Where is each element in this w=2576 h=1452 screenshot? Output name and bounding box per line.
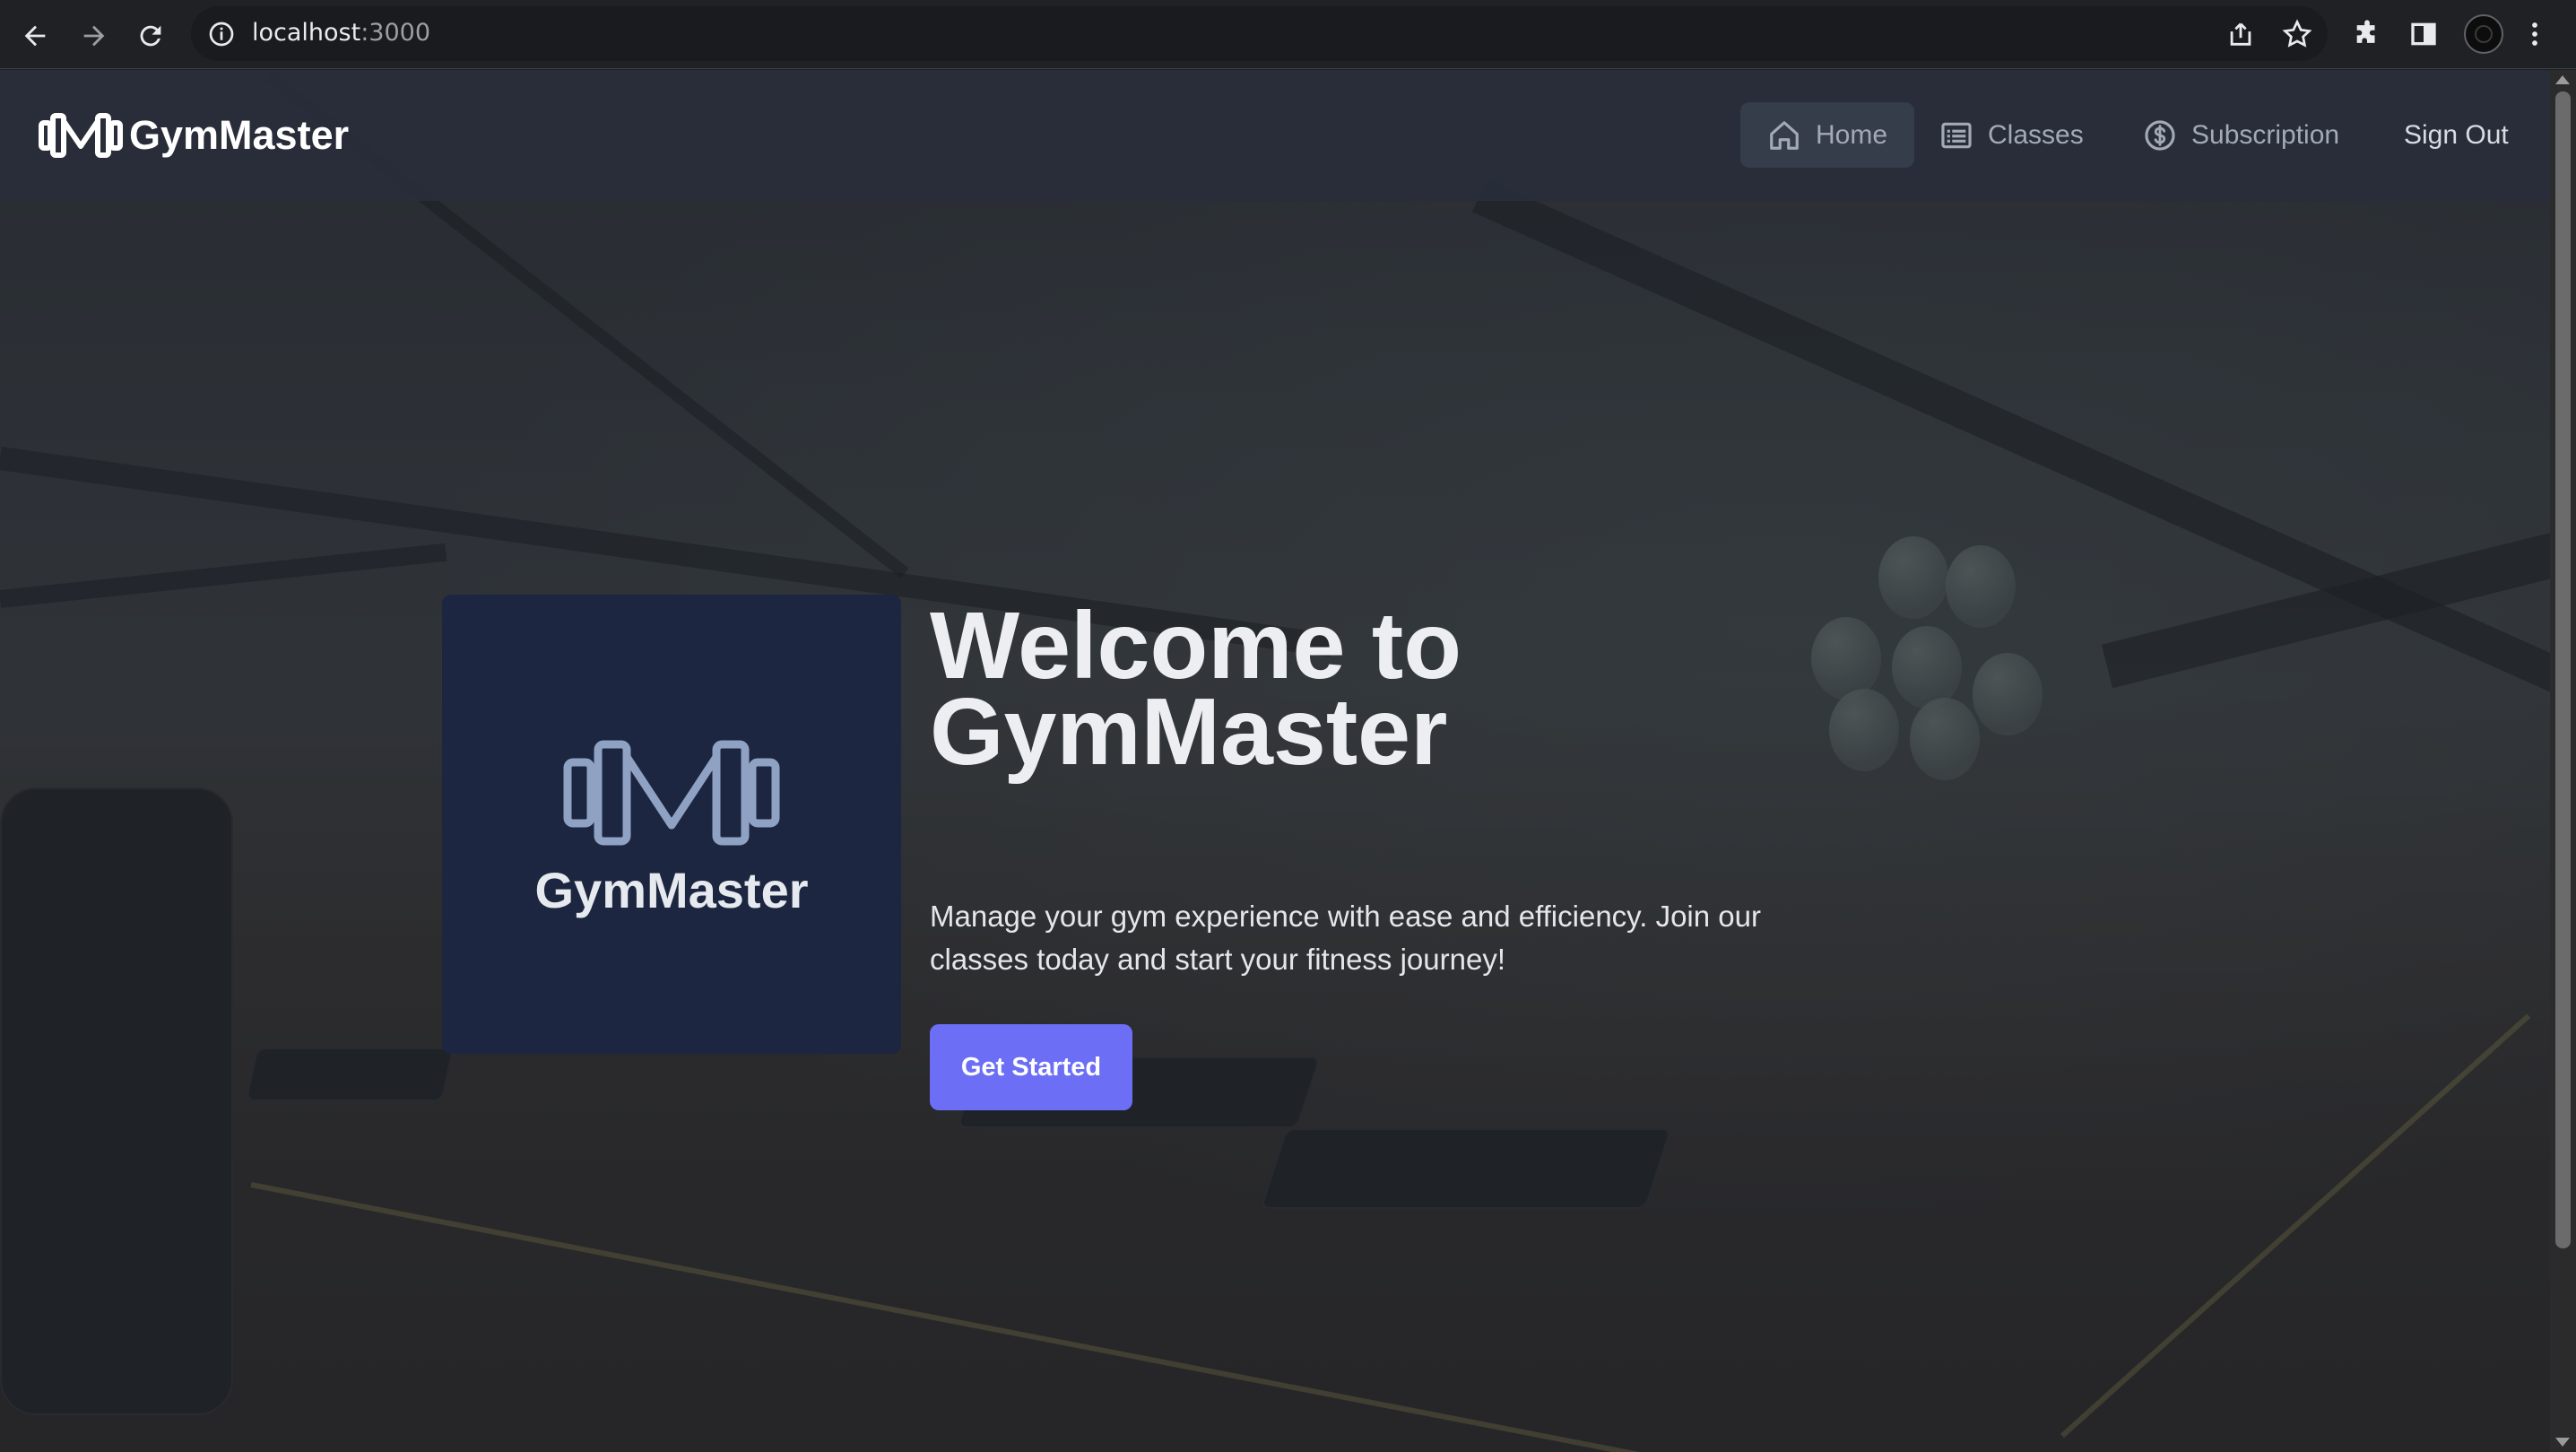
nav-subscription[interactable]: Subscription — [2116, 102, 2366, 168]
info-icon[interactable] — [207, 20, 236, 48]
brand-name: GymMaster — [129, 112, 350, 158]
avatar — [2464, 14, 2503, 54]
browser-menu-button[interactable] — [2521, 13, 2548, 55]
forward-button[interactable] — [72, 13, 117, 58]
list-icon — [1941, 122, 1972, 148]
side-panel-button[interactable] — [2403, 13, 2444, 55]
dumbbell-logo-icon — [39, 113, 123, 158]
nav-subscription-label: Subscription — [2191, 119, 2340, 150]
nav-home-label: Home — [1816, 119, 1888, 150]
page-scrollbar[interactable] — [2550, 70, 2576, 1452]
hero-subtitle: Manage your gym experience with ease and… — [930, 900, 1761, 976]
address-bar[interactable]: localhost:3000 — [191, 6, 2328, 61]
arrow-left-icon — [24, 25, 46, 47]
puzzle-icon — [2356, 20, 2375, 43]
side-panel-icon — [2411, 22, 2436, 46]
page-viewport: GymMaster Home Classes Subscription Sign… — [0, 70, 2550, 1452]
headline-line-2: GymMaster — [930, 679, 1448, 785]
share-icon[interactable] — [2225, 19, 2256, 49]
hero-logo-card: GymMaster — [442, 595, 901, 1054]
get-started-button[interactable]: Get Started — [930, 1024, 1132, 1110]
nav-classes-label: Classes — [1988, 119, 2084, 150]
logo-card-title: GymMaster — [534, 861, 809, 918]
reload-button[interactable] — [128, 13, 173, 58]
sign-out-button[interactable]: Sign Out — [2404, 102, 2509, 168]
extensions-button[interactable] — [2346, 13, 2388, 55]
back-button[interactable] — [13, 13, 57, 58]
profile-avatar[interactable] — [2463, 13, 2504, 55]
scroll-up-arrow-icon[interactable] — [2555, 75, 2570, 84]
browser-toolbar: localhost:3000 — [0, 0, 2576, 69]
app-navbar: GymMaster Home Classes Subscription Sign… — [0, 70, 2550, 201]
nav-classes[interactable]: Classes — [1912, 102, 2111, 168]
scrollbar-thumb[interactable] — [2555, 91, 2571, 1248]
hero-headline: Welcome to GymMaster — [930, 598, 1737, 779]
scroll-down-arrow-icon[interactable] — [2555, 1438, 2570, 1447]
dumbbell-logo-icon — [563, 740, 780, 845]
brand-link[interactable]: GymMaster — [39, 110, 349, 161]
nav-home[interactable]: Home — [1740, 102, 1915, 168]
dollar-circle-icon — [2145, 119, 2175, 151]
arrow-right-icon — [83, 25, 105, 47]
reload-icon — [140, 25, 161, 47]
kebab-menu-icon — [2532, 22, 2537, 46]
star-icon[interactable] — [2281, 18, 2313, 50]
home-icon — [1770, 120, 1799, 150]
url-text[interactable]: localhost:3000 — [252, 19, 430, 47]
